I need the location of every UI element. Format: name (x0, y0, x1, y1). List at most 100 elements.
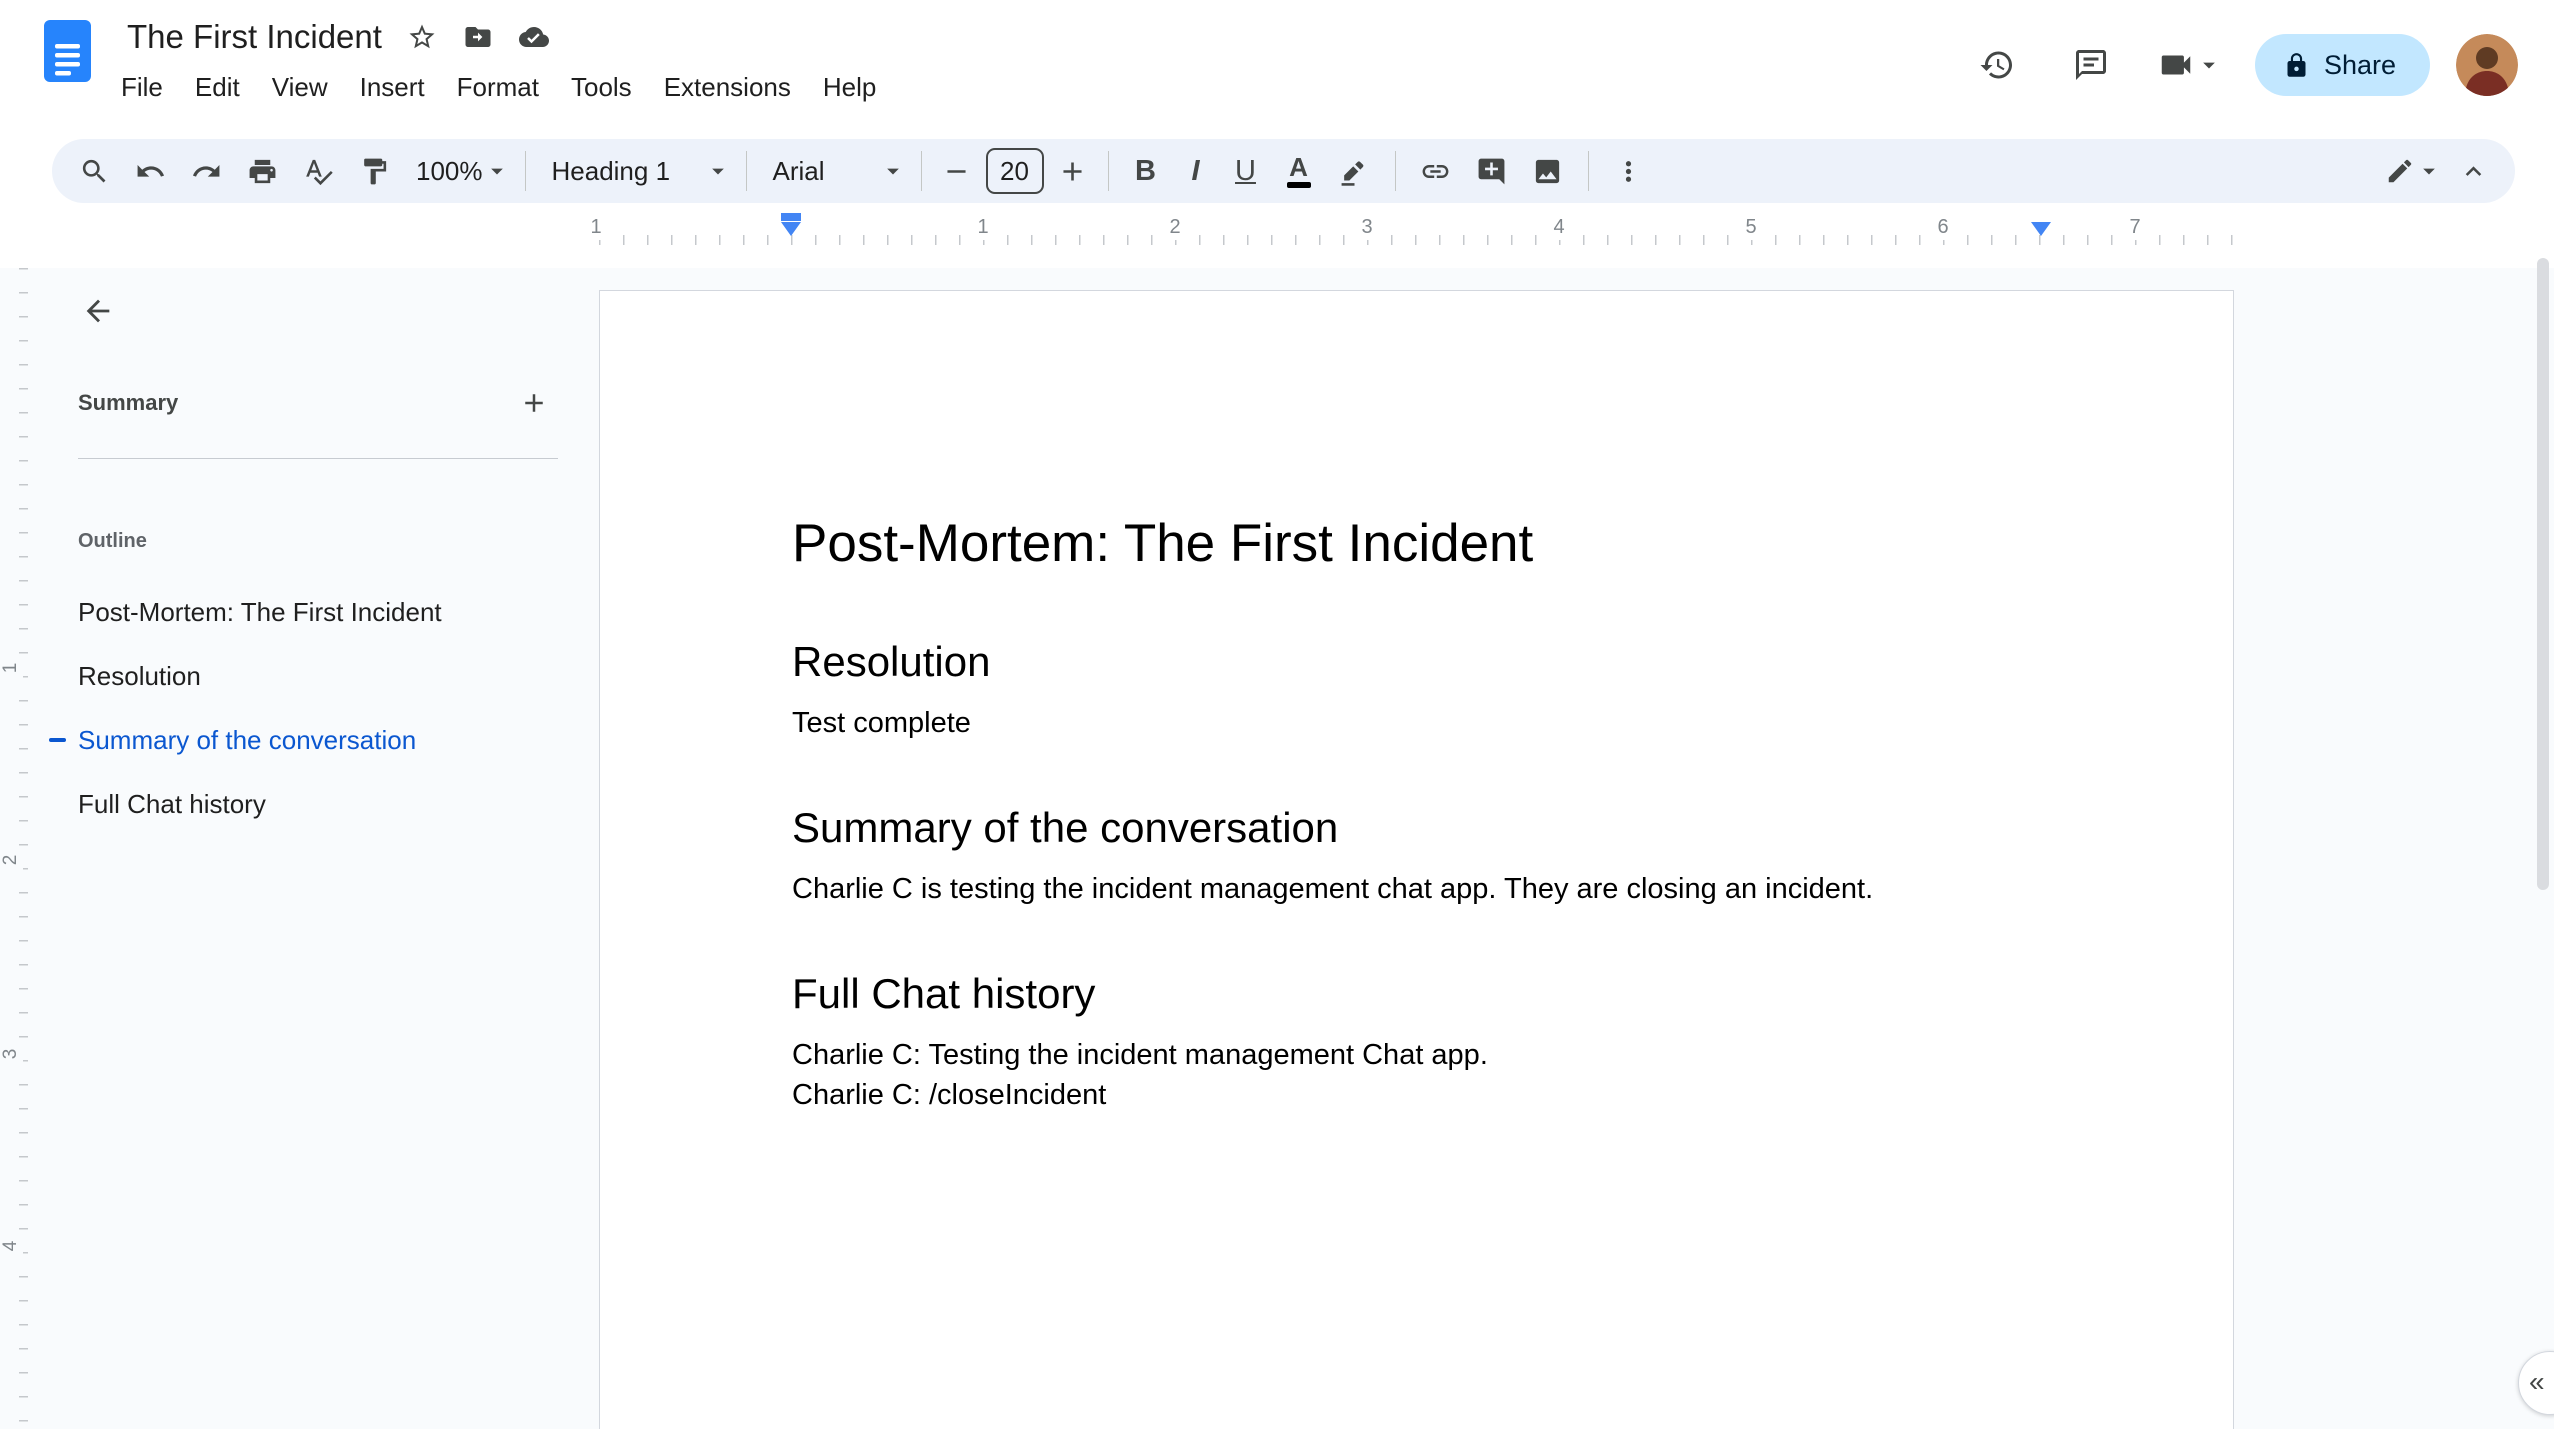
add-comment-button[interactable] (1464, 143, 1520, 199)
caret-down-icon (490, 168, 503, 175)
doc-paragraph[interactable]: Charlie C: /closeIncident (792, 1075, 2041, 1115)
move-folder-icon (465, 27, 491, 47)
document-page[interactable]: Post-Mortem: The First Incident Resoluti… (599, 290, 2234, 1429)
doc-heading-2[interactable]: Full Chat history (792, 967, 2041, 1021)
doc-paragraph[interactable]: Charlie C is testing the incident manage… (792, 869, 2041, 909)
first-line-indent-marker[interactable] (781, 213, 801, 221)
menu-insert[interactable]: Insert (344, 66, 441, 109)
doc-heading-2[interactable]: Resolution (792, 635, 2041, 689)
paragraph-style-select[interactable]: Heading 1 (538, 147, 734, 195)
menu-bar: File Edit View Insert Format Tools Exten… (105, 66, 892, 109)
outline-item[interactable]: Post-Mortem: The First Incident (46, 580, 571, 644)
zoom-select[interactable]: 100% (402, 147, 513, 195)
minus-icon (947, 169, 966, 173)
print-icon (249, 159, 275, 183)
decrease-font-size-button[interactable] (934, 143, 980, 199)
italic-button[interactable]: I (1171, 143, 1221, 199)
doc-heading-2[interactable]: Summary of the conversation (792, 801, 2041, 855)
chevrons-left-icon: « (2529, 1366, 2545, 1397)
text-color-swatch (1286, 182, 1311, 188)
menu-extensions[interactable]: Extensions (648, 66, 807, 109)
menu-format[interactable]: Format (441, 66, 555, 109)
font-size-input[interactable] (985, 148, 1044, 194)
toolbar-divider (524, 151, 526, 191)
undo-button[interactable] (122, 143, 178, 199)
paint-format-button[interactable] (346, 143, 402, 199)
summary-section: Summary (78, 378, 558, 428)
outline-label: Outline (78, 530, 147, 552)
ruler-number: 1 (969, 214, 997, 240)
avatar-image (2456, 34, 2518, 96)
ruler-number: 4 (0, 1234, 23, 1258)
search-icon (82, 159, 105, 182)
close-outline-button[interactable] (70, 283, 126, 339)
font-select[interactable]: Arial (759, 147, 909, 195)
move-document-button[interactable] (454, 13, 502, 61)
outline-item-label: Resolution (78, 660, 201, 691)
join-call-button[interactable] (2151, 31, 2229, 99)
search-menus-button[interactable] (66, 143, 122, 199)
toolbar: 100% Heading 1 Arial B I U A (52, 139, 2515, 203)
title-row: The First Incident (119, 12, 892, 62)
menu-file[interactable]: File (105, 66, 179, 109)
docs-logo-icon[interactable] (44, 20, 91, 87)
highlight-color-button[interactable] (1327, 143, 1383, 199)
zoom-value: 100% (416, 155, 483, 186)
share-button[interactable]: Share (2254, 34, 2430, 96)
menu-view[interactable]: View (256, 66, 344, 109)
left-indent-marker[interactable] (781, 213, 801, 236)
ruler-number: 6 (1929, 214, 1957, 240)
more-toolbar-options-button[interactable] (1601, 143, 1657, 199)
insert-image-button[interactable] (1520, 143, 1576, 199)
add-summary-button[interactable] (510, 379, 558, 427)
ruler-number: 1 (0, 656, 23, 680)
left-indent-triangle (781, 222, 801, 236)
document-status-button[interactable] (510, 13, 558, 61)
spellcheck-icon (305, 159, 333, 185)
scrollbar-thumb[interactable] (2537, 258, 2549, 890)
outline-item[interactable]: Summary of the conversation (46, 708, 571, 772)
right-indent-marker[interactable] (2031, 222, 2051, 236)
redo-button[interactable] (178, 143, 234, 199)
bold-button[interactable]: B (1121, 143, 1171, 199)
underline-button[interactable]: U (1221, 143, 1271, 199)
document-content[interactable]: Post-Mortem: The First Incident Resoluti… (600, 291, 2233, 1115)
header-main: The First Incident File Edit View Insert… (119, 12, 892, 109)
increase-font-size-button[interactable] (1050, 143, 1096, 199)
doc-heading-1[interactable]: Post-Mortem: The First Incident (792, 511, 2041, 577)
outline-item[interactable]: Resolution (46, 644, 571, 708)
ruler-ticks: 1 1 2 3 4 5 6 7 (582, 211, 2234, 249)
doc-paragraph[interactable]: Test complete (792, 703, 2041, 743)
editing-mode-select[interactable] (2371, 147, 2445, 195)
star-button[interactable] (398, 13, 446, 61)
document-title[interactable]: The First Incident (119, 18, 390, 56)
share-button-label: Share (2323, 49, 2396, 80)
paint-format-icon (363, 158, 386, 184)
text-color-button[interactable]: A (1271, 143, 1327, 199)
toolbar-divider (1394, 151, 1396, 191)
account-avatar[interactable] (2456, 34, 2518, 96)
header-actions: Share (1963, 12, 2518, 118)
insert-link-button[interactable] (1408, 143, 1464, 199)
version-history-button[interactable] (1963, 31, 2031, 99)
spellcheck-button[interactable] (290, 143, 346, 199)
comments-button[interactable] (2057, 31, 2125, 99)
print-button[interactable] (234, 143, 290, 199)
add-comment-icon (1478, 158, 1505, 184)
menu-tools[interactable]: Tools (555, 66, 648, 109)
outline-item[interactable]: Full Chat history (46, 772, 571, 836)
doc-paragraph[interactable]: Charlie C: Testing the incident manageme… (792, 1035, 2041, 1075)
app-header: The First Incident File Edit View Insert… (0, 0, 2554, 132)
paragraph-style-value: Heading 1 (551, 155, 671, 186)
menu-help[interactable]: Help (807, 66, 892, 109)
image-icon (1535, 159, 1560, 183)
hide-menus-button[interactable] (2445, 143, 2501, 199)
outline-item-label: Full Chat history (78, 788, 266, 819)
menu-edit[interactable]: Edit (179, 66, 256, 109)
ruler-number: 7 (2121, 214, 2149, 240)
toolbar-divider (1107, 151, 1109, 191)
outline-item-label: Summary of the conversation (78, 724, 417, 755)
toolbar-divider (920, 151, 922, 191)
video-call-icon (2161, 55, 2191, 75)
version-history-icon (1980, 51, 2012, 79)
